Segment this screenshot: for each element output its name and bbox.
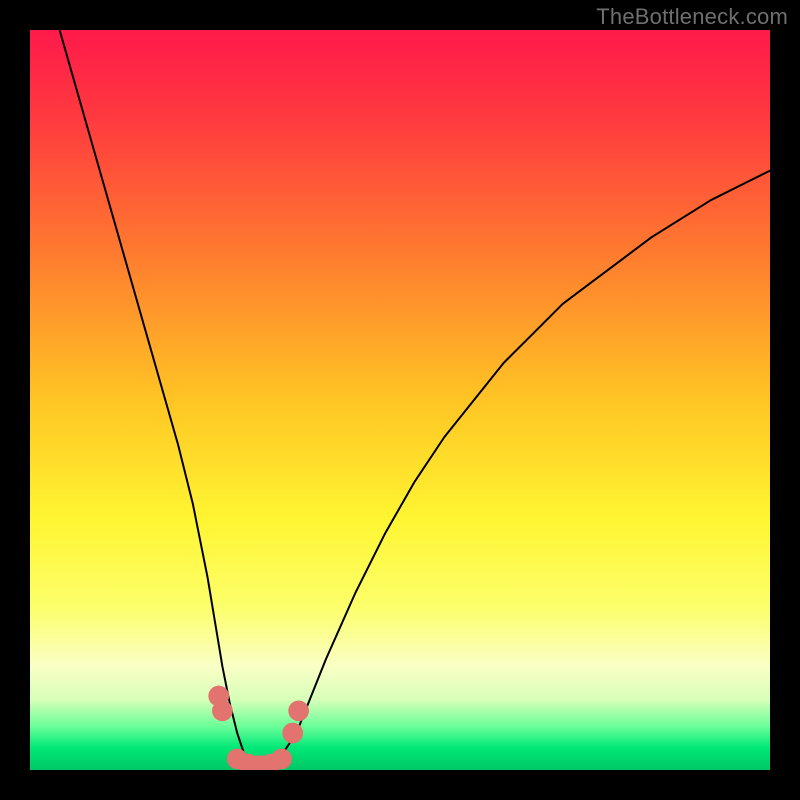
chart-frame: TheBottleneck.com (0, 0, 800, 800)
curve-marker (282, 723, 303, 744)
curve-marker (271, 749, 292, 770)
bottleneck-chart (30, 30, 770, 770)
curve-marker (212, 700, 233, 721)
watermark-text: TheBottleneck.com (596, 4, 788, 30)
gradient-rect (30, 30, 770, 770)
curve-marker (288, 700, 309, 721)
